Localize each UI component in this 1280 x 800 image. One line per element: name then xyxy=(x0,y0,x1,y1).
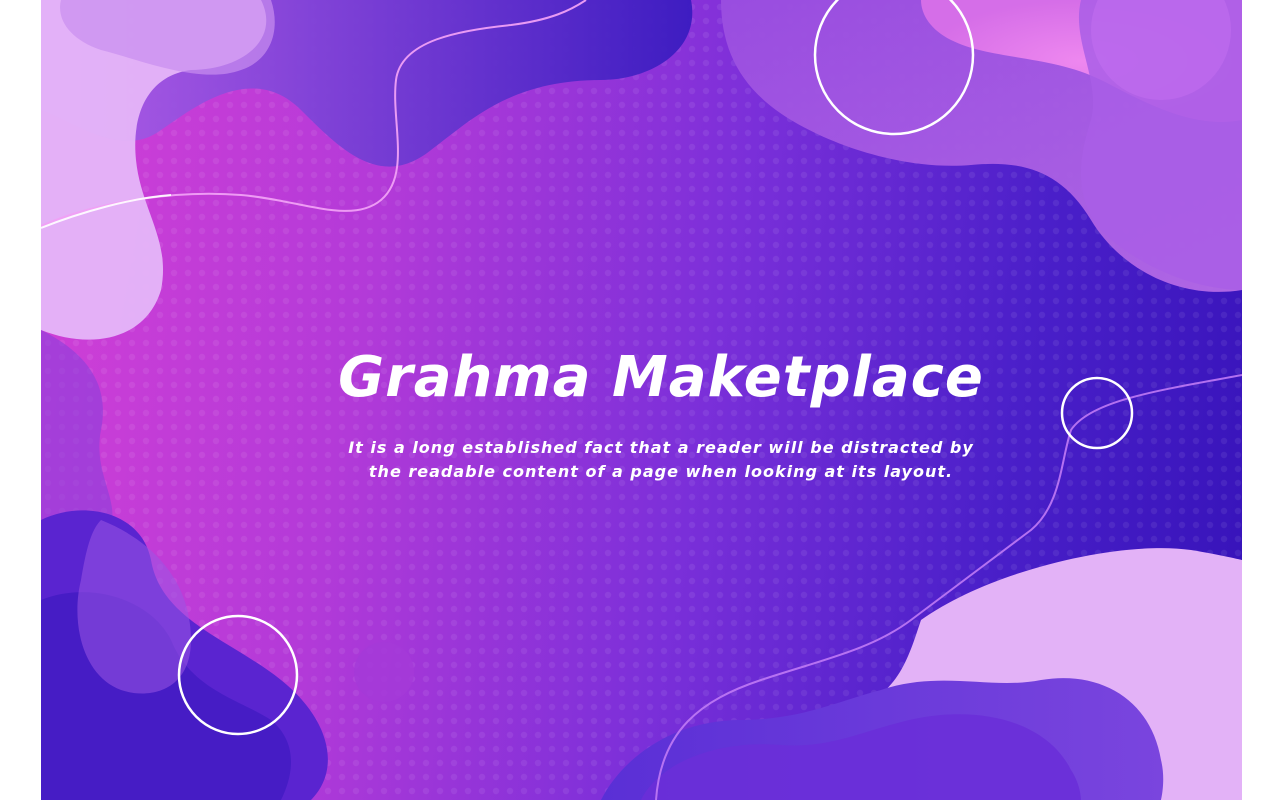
hero-banner: Grahma Maketplace It is a long establish… xyxy=(41,0,1242,800)
page: Grahma Maketplace It is a long establish… xyxy=(0,0,1280,800)
hero-description-line-2: the readable content of a page when look… xyxy=(368,462,954,481)
hero-title: Grahma Maketplace xyxy=(338,345,984,410)
hero-description: It is a long established fact that a rea… xyxy=(311,436,1011,484)
hero-content: Grahma Maketplace It is a long establish… xyxy=(41,0,1242,800)
hero-description-line-1: It is a long established fact that a rea… xyxy=(348,438,974,457)
